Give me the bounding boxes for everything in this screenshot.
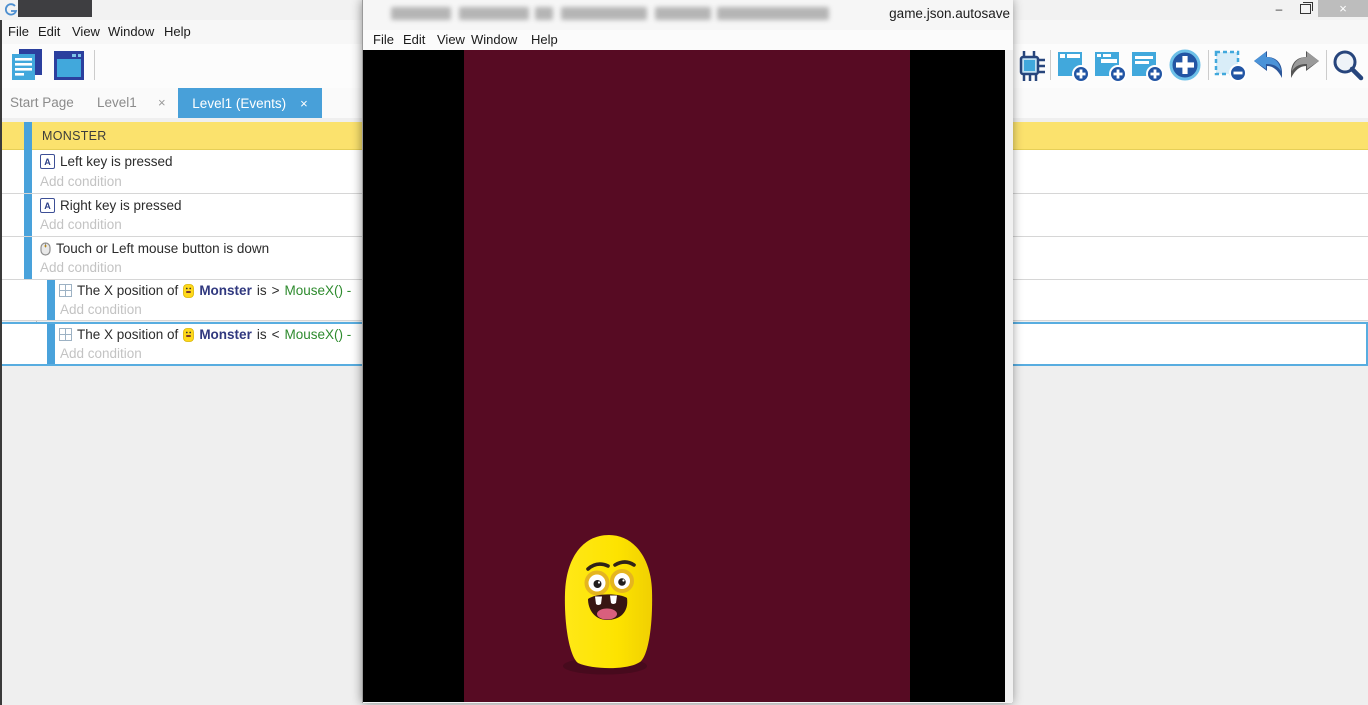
minimize-button[interactable]: –	[1266, 0, 1292, 17]
preview-menu-bar: File Edit View Window Help	[363, 30, 1013, 51]
toolbar-separator	[1326, 50, 1327, 80]
add-condition-link[interactable]: Add condition	[40, 217, 122, 232]
title-blur-block	[717, 7, 829, 20]
keyboard-key-icon: A	[40, 154, 55, 169]
toolbar-separator	[1208, 50, 1209, 80]
title-blur-block	[391, 7, 451, 20]
preview-window: game.json.autosave File Edit View Window…	[362, 0, 1012, 703]
mouse-icon	[40, 242, 51, 256]
tab-level1-close-icon[interactable]: ×	[158, 95, 166, 110]
close-button[interactable]: ×	[1318, 0, 1368, 17]
title-redacted-block	[18, 0, 92, 17]
tab-level1-events-close-icon[interactable]: ×	[300, 96, 308, 111]
title-blur-block	[561, 7, 647, 20]
keyboard-key-icon: A	[40, 198, 55, 213]
preview-scrollbar[interactable]	[1005, 50, 1013, 702]
add-condition-link[interactable]: Add condition	[60, 346, 142, 361]
event-drag-bar[interactable]	[47, 324, 55, 364]
title-blur-block	[535, 7, 553, 20]
add-condition-link[interactable]: Add condition	[40, 174, 122, 189]
tab-level1-events-label: Level1 (Events)	[192, 96, 286, 111]
add-subevent-icon[interactable]	[1093, 48, 1129, 84]
window-left-edge	[0, 20, 2, 705]
menu-file[interactable]: File	[8, 24, 29, 39]
event-drag-bar[interactable]	[24, 122, 32, 150]
menu-window[interactable]: Window	[108, 24, 154, 39]
add-event-circle-icon[interactable]	[1167, 48, 1203, 84]
restore-button[interactable]	[1292, 0, 1318, 17]
menu-edit[interactable]: Edit	[38, 24, 60, 39]
event-drag-bar[interactable]	[24, 150, 32, 193]
condition-text: Touch or Left mouse button is down	[40, 241, 269, 256]
event-drag-bar[interactable]	[47, 280, 55, 320]
search-icon[interactable]	[1331, 48, 1365, 84]
debugger-icon[interactable]	[1012, 48, 1048, 84]
condition-text: A Left key is pressed	[40, 154, 173, 169]
add-comment-icon[interactable]	[1130, 48, 1166, 84]
condition-text: The X position of Monster is < MouseX() …	[59, 327, 351, 342]
preview-menu-view[interactable]: View	[437, 32, 465, 47]
delete-selection-icon[interactable]	[1213, 48, 1249, 84]
preview-menu-help[interactable]: Help	[531, 32, 558, 47]
preview-title-bar: game.json.autosave	[363, 0, 1013, 30]
preview-menu-file[interactable]: File	[373, 32, 394, 47]
comment-text: MONSTER	[42, 129, 107, 143]
game-canvas[interactable]	[363, 50, 1005, 702]
position-icon	[59, 284, 72, 297]
toolbar-separator	[94, 50, 95, 80]
monster-object-icon	[183, 328, 194, 342]
menu-help[interactable]: Help	[164, 24, 191, 39]
game-stage	[464, 50, 910, 702]
add-condition-link[interactable]: Add condition	[40, 260, 122, 275]
position-icon	[59, 328, 72, 341]
condition-text: The X position of Monster is > MouseX() …	[59, 283, 351, 298]
title-blur-block	[655, 7, 711, 20]
restore-icon	[1300, 4, 1311, 14]
toolbar-separator	[1050, 50, 1051, 80]
menu-view[interactable]: View	[72, 24, 100, 39]
title-blur-block	[459, 7, 529, 20]
event-drag-bar[interactable]	[24, 237, 32, 279]
add-condition-link[interactable]: Add condition	[60, 302, 142, 317]
tab-level1-events[interactable]: Level1 (Events) ×	[178, 88, 322, 118]
tab-level1[interactable]: Level1	[97, 95, 137, 110]
scene-editor-icon[interactable]	[50, 48, 88, 84]
events-sheet-icon[interactable]	[8, 48, 46, 84]
add-event-icon[interactable]	[1056, 48, 1092, 84]
preview-title-text: game.json.autosave	[889, 6, 1010, 21]
monster-object-icon	[183, 284, 194, 298]
monster-character	[561, 534, 657, 676]
undo-icon[interactable]	[1250, 48, 1286, 84]
redo-icon[interactable]	[1287, 48, 1323, 84]
preview-menu-edit[interactable]: Edit	[403, 32, 425, 47]
preview-menu-window[interactable]: Window	[471, 32, 517, 47]
tab-start-page[interactable]: Start Page	[10, 95, 74, 110]
event-drag-bar[interactable]	[24, 194, 32, 236]
gdevelop-logo-icon	[4, 3, 18, 17]
condition-text: A Right key is pressed	[40, 198, 182, 213]
